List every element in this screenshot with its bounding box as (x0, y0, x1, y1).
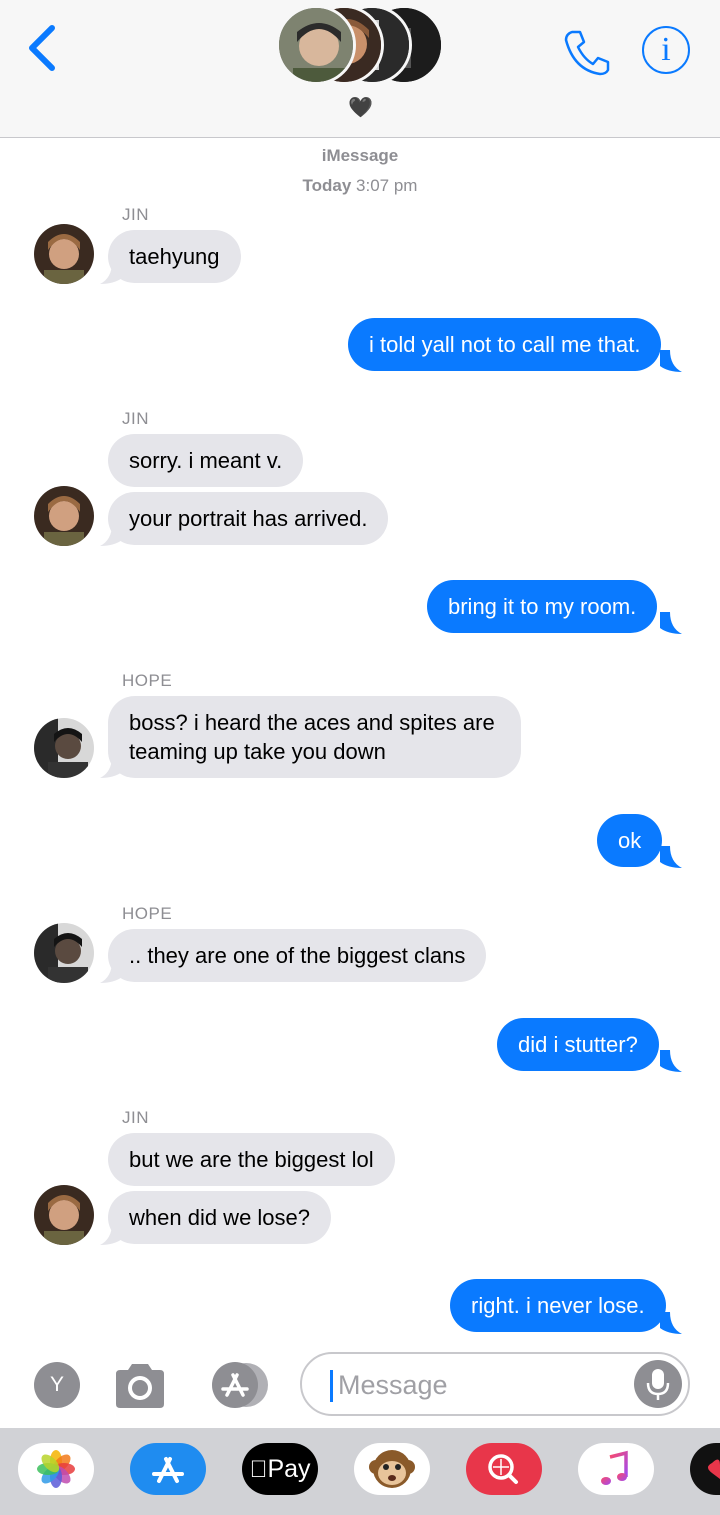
service-label: iMessage (321, 146, 399, 165)
sender-label: HOPE (122, 671, 173, 690)
sender-label: JIN (122, 1108, 149, 1127)
message-line: teaming up take you down (129, 739, 386, 764)
avatar-hope[interactable] (34, 718, 94, 778)
info-icon[interactable]: i (642, 26, 690, 74)
app-store-icon[interactable] (130, 1443, 206, 1495)
avatar-jin[interactable] (34, 486, 94, 546)
timestamp: Today 3:07 pm (302, 176, 418, 195)
app-store-icon[interactable] (205, 1362, 269, 1408)
contact-emoji: 🖤 (348, 97, 373, 119)
back-chevron-icon[interactable] (22, 22, 66, 74)
bubble-tail (660, 846, 682, 868)
photos-icon[interactable] (18, 1443, 94, 1495)
message-bubble-incoming[interactable]: taehyung (108, 230, 241, 283)
search-images-icon[interactable] (466, 1443, 542, 1495)
message-bubble-outgoing[interactable]: ok (597, 814, 663, 867)
phone-icon[interactable] (560, 26, 612, 78)
text-cursor (330, 1370, 333, 1402)
bubble-tail (660, 350, 682, 372)
message-line: boss? i heard the aces and spites are (129, 710, 495, 735)
message-input[interactable]: Message (300, 1352, 690, 1416)
conversation-header: 🖤 i (0, 0, 720, 138)
message-bubble-outgoing[interactable]: right. i never lose. (450, 1279, 666, 1332)
avatar-jin[interactable] (34, 1185, 94, 1245)
message-bubble-incoming[interactable]: your portrait has arrived. (108, 492, 389, 545)
message-bubble-outgoing[interactable]: i told yall not to call me that. (348, 318, 662, 371)
sender-label: JIN (122, 409, 149, 428)
bubble-tail (660, 612, 682, 634)
avatar-hope[interactable] (34, 923, 94, 983)
music-icon[interactable] (578, 1443, 654, 1495)
message-bubble-incoming[interactable]: but we are the biggest lol (108, 1133, 395, 1186)
message-bubble-incoming[interactable]: when did we lose? (108, 1191, 332, 1244)
apple-pay-label: Pay (258, 1455, 310, 1483)
message-bubble-outgoing[interactable]: bring it to my room. (427, 580, 658, 633)
user-avatar-button[interactable]: Y (34, 1362, 80, 1408)
avatar-jin[interactable] (34, 224, 94, 284)
camera-icon[interactable] (112, 1360, 168, 1410)
sender-label: HOPE (122, 904, 173, 923)
message-bubble-incoming[interactable]: boss? i heard the aces and spites are te… (108, 696, 521, 778)
message-placeholder: Message (338, 1370, 448, 1400)
group-avatar-1 (276, 5, 356, 85)
message-bubble-incoming[interactable]: .. they are one of the biggest clans (108, 929, 487, 982)
message-bubble-incoming[interactable]: sorry. i meant v. (108, 434, 304, 487)
microphone-icon[interactable] (634, 1360, 682, 1408)
bubble-tail (660, 1050, 682, 1072)
apple-pay-icon[interactable]: Pay (242, 1443, 318, 1495)
message-bubble-outgoing[interactable]: did i stutter? (497, 1018, 659, 1071)
animoji-monkey-icon[interactable] (354, 1443, 430, 1495)
group-avatars[interactable] (276, 5, 446, 85)
sender-label: JIN (122, 205, 149, 224)
